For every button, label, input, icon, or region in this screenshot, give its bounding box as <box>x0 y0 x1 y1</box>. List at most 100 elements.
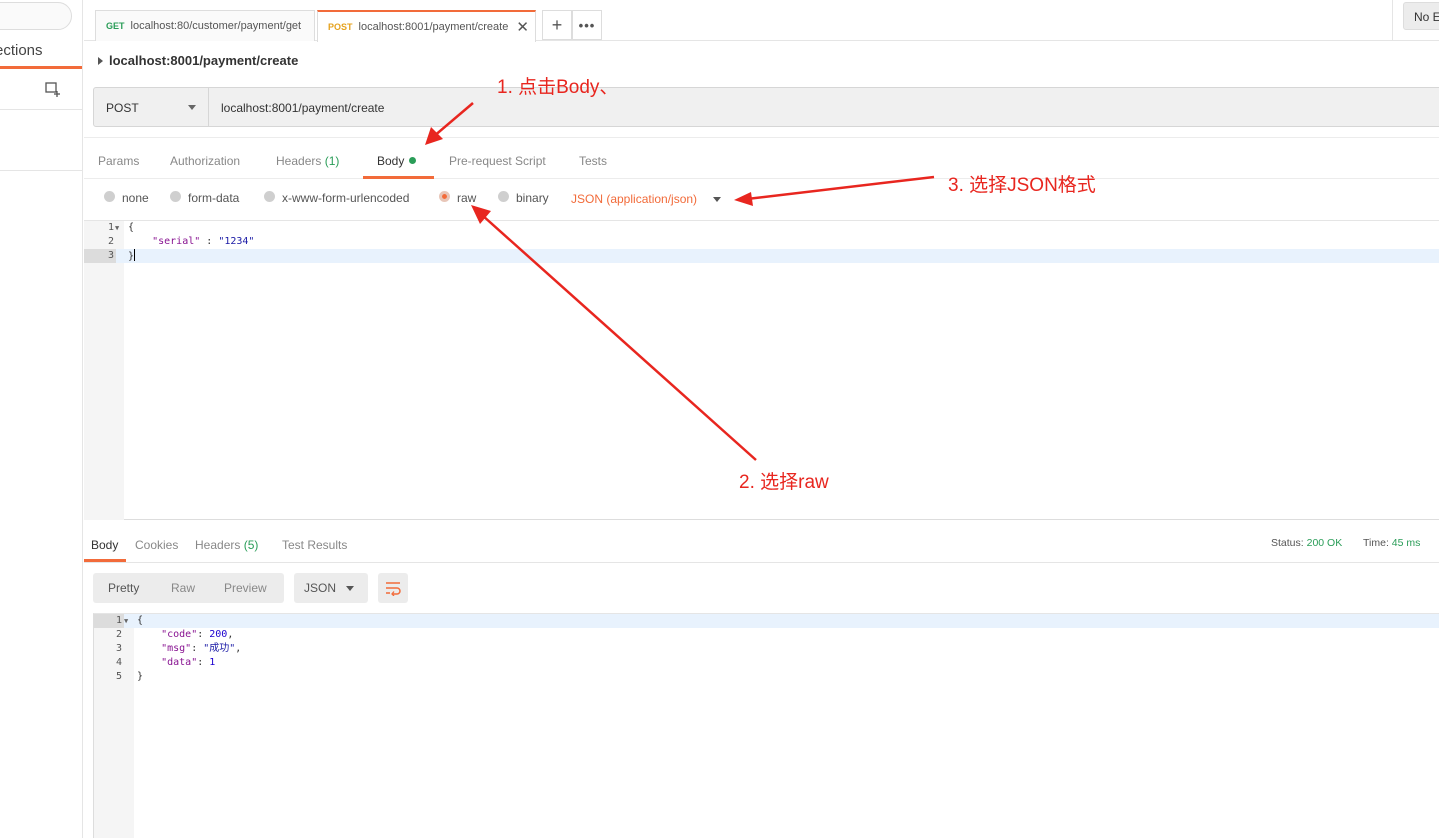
new-collection-icon[interactable] <box>44 80 62 98</box>
active-tab-underline <box>84 559 126 562</box>
body-type-selector: none form-data x-www-form-urlencoded raw… <box>84 180 1439 220</box>
json-key: "msg" <box>161 643 192 654</box>
text-cursor <box>134 249 136 261</box>
response-view-toggle: Pretty Raw Preview <box>93 573 284 603</box>
response-tabs: Body Cookies Headers (5) Test Results St… <box>84 530 1439 563</box>
tab-method: POST <box>328 22 353 32</box>
time-value: 45 ms <box>1391 537 1421 549</box>
json-value: "成功" <box>203 643 236 654</box>
line-number: 3 <box>84 249 116 263</box>
tab-body-label: Body <box>377 154 405 168</box>
request-name-label: localhost:8001/payment/create <box>109 53 299 68</box>
radio-icon <box>264 190 275 202</box>
plus-icon: + <box>551 14 563 35</box>
tab-authorization[interactable]: Authorization <box>170 154 240 168</box>
code-text: "serial" : "1234" <box>128 235 254 249</box>
code-text: "msg": "成功", <box>161 643 242 654</box>
body-format-select[interactable]: JSON (application/json) <box>571 192 697 206</box>
tab-params[interactable]: Params <box>98 154 139 168</box>
code-line: 1 ▼ { <box>84 221 1439 235</box>
chevron-down-icon <box>346 586 354 591</box>
radio-raw[interactable]: raw <box>439 190 477 205</box>
close-icon[interactable]: ✕ <box>516 18 529 36</box>
code-line: 4 "data": 1 <box>94 656 1439 670</box>
request-section-tabs: Params Authorization Headers (1) Body Pr… <box>84 137 1439 179</box>
radio-binary[interactable]: binary <box>498 190 549 205</box>
chevron-down-icon[interactable] <box>713 197 721 202</box>
status-value: 200 OK <box>1306 537 1343 549</box>
annotation-step-3: 3. 选择JSON格式 <box>948 175 1096 196</box>
environment-label: No E <box>1414 10 1439 24</box>
code-text: "data": 1 <box>161 657 216 668</box>
tab-prerequest-script[interactable]: Pre-request Script <box>449 154 546 168</box>
line-number: 5 <box>115 671 122 682</box>
request-name[interactable]: localhost:8001/payment/create <box>98 53 298 68</box>
tab-get-request[interactable]: GET localhost:80/customer/payment/get <box>95 10 315 41</box>
code-line-active: 3 } <box>84 249 1439 263</box>
line-number: 1 <box>94 614 124 628</box>
code-line-active: 1 ▼ { <box>94 614 1439 628</box>
status-dot-icon <box>409 157 417 164</box>
response-format-select[interactable]: JSON <box>294 573 368 603</box>
divider <box>1392 0 1393 41</box>
time-badge: Time: 45 ms <box>1363 537 1420 549</box>
response-body-viewer[interactable]: 1 ▼ { 2 "code": 200, 3 "msg": "成功", 4 "d… <box>93 613 1439 838</box>
tab-label: Headers <box>195 538 241 552</box>
json-sep: : <box>200 236 219 247</box>
fold-icon[interactable]: ▼ <box>124 614 128 628</box>
url-input[interactable]: localhost:8001/payment/create <box>209 87 1439 127</box>
code-text: { <box>128 222 135 233</box>
line-gutter <box>84 221 124 520</box>
status-badge: Status: 200 OK <box>1271 537 1342 549</box>
json-key: "serial" <box>152 236 201 247</box>
sidebar-list-item[interactable] <box>0 110 82 171</box>
radio-label: none <box>122 191 149 205</box>
code-line: 2 "code": 200, <box>94 628 1439 642</box>
chevron-down-icon <box>188 105 196 110</box>
view-raw-button[interactable]: Raw <box>171 581 195 595</box>
environment-select[interactable]: No E <box>1403 2 1439 30</box>
more-tabs-button[interactable]: ••• <box>572 10 602 40</box>
radio-selected-icon <box>439 190 450 202</box>
tab-post-request[interactable]: POST localhost:8001/payment/create ✕ <box>317 10 536 42</box>
headers-count: (5) <box>243 538 259 552</box>
status-label: Status: <box>1271 537 1304 549</box>
line-number: 2 <box>107 236 114 247</box>
headers-count: (1) <box>324 154 340 168</box>
sidebar-tab-collections[interactable]: ections <box>0 42 43 59</box>
tab-headers[interactable]: Headers (1) <box>276 154 339 168</box>
json-value: "1234" <box>218 236 255 247</box>
view-preview-button[interactable]: Preview <box>224 581 267 595</box>
tab-body[interactable]: Body <box>377 154 417 168</box>
code-text: } <box>137 671 144 682</box>
annotation-step-2: 2. 选择raw <box>739 472 829 493</box>
code-line: 5 } <box>94 670 1439 684</box>
view-pretty-button[interactable]: Pretty <box>108 581 139 595</box>
annotation-step-1: 1. 点击Body、 <box>497 77 619 98</box>
tab-tests[interactable]: Tests <box>579 154 607 168</box>
ellipsis-icon: ••• <box>578 17 596 33</box>
radio-urlencoded[interactable]: x-www-form-urlencoded <box>264 190 409 205</box>
format-label: JSON <box>304 581 337 595</box>
caret-right-icon <box>98 56 103 65</box>
tab-headers-label: Headers <box>276 154 322 168</box>
method-select[interactable]: POST <box>93 87 209 127</box>
code-line: 2 "serial" : "1234" <box>84 235 1439 249</box>
tab-response-cookies[interactable]: Cookies <box>135 538 178 552</box>
method-label: POST <box>106 101 139 115</box>
radio-label: raw <box>457 191 477 205</box>
request-tabs-bar: GET localhost:80/customer/payment/get PO… <box>84 0 1439 42</box>
active-tab-underline <box>363 176 434 179</box>
tab-response-body[interactable]: Body <box>91 538 118 552</box>
sidebar-search-input[interactable] <box>0 2 72 30</box>
sidebar-tab-underline <box>0 66 82 69</box>
line-number: 2 <box>115 629 122 640</box>
wrap-lines-button[interactable] <box>378 573 408 603</box>
tab-response-headers[interactable]: Headers (5) <box>195 538 258 552</box>
tab-test-results[interactable]: Test Results <box>282 538 347 552</box>
json-value: 1 <box>209 657 216 668</box>
new-tab-button[interactable]: + <box>542 10 572 40</box>
fold-icon[interactable]: ▼ <box>115 221 119 235</box>
radio-none[interactable]: none <box>104 190 149 205</box>
radio-form-data[interactable]: form-data <box>170 190 239 205</box>
